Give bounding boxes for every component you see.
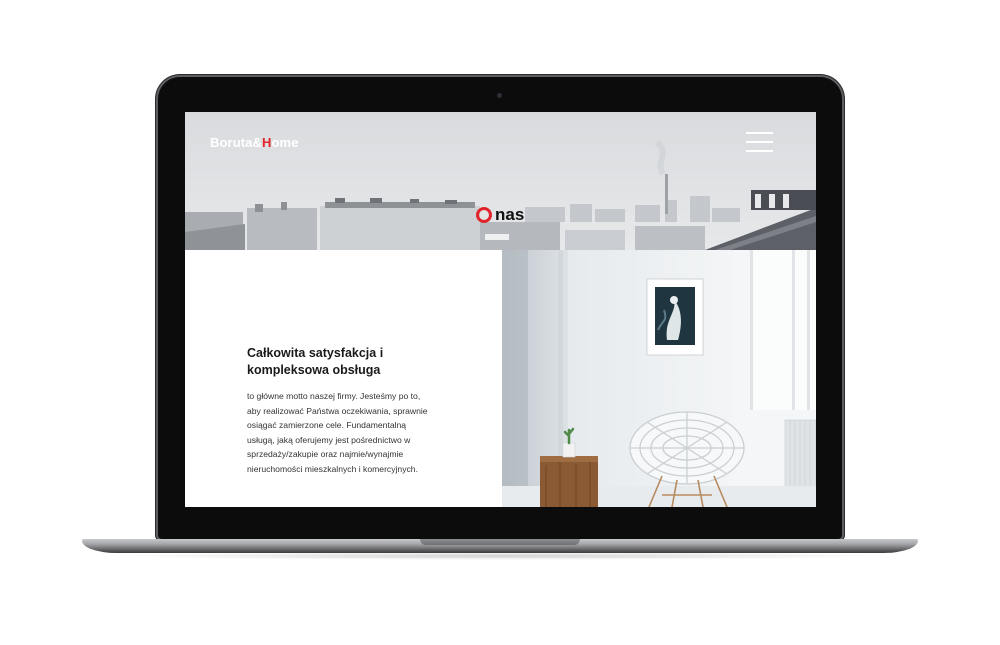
logo-accent-letter: H	[262, 135, 272, 150]
device-mockup-stage: Boruta&Home nas Całkowita satysfakcja i …	[0, 0, 1000, 645]
hero-banner: Boruta&Home nas	[185, 112, 816, 250]
logo-ampersand: &	[252, 135, 262, 150]
camera-icon	[497, 93, 502, 98]
brand-logo[interactable]: Boruta&Home	[210, 135, 299, 150]
page-title-text: nas	[495, 205, 525, 224]
interior-illustration	[502, 250, 816, 507]
logo-text-part2: ome	[271, 135, 299, 150]
body-line: usługą, jaką oferujemy jest pośrednictwo…	[247, 434, 411, 445]
body-line: to główne motto naszej firmy. Jesteśmy p…	[247, 391, 421, 401]
body-line: aby realizować Państwa oczekiwania, spra…	[247, 405, 428, 416]
page-title: nas	[476, 203, 524, 227]
body-line: osiągać zamierzone cele. Fundamentalną	[247, 420, 407, 430]
device-shadow	[110, 552, 890, 560]
laptop-notch	[420, 539, 580, 545]
body-line: sprzedaży/zakupie oraz najmie/wynajmie	[247, 449, 404, 459]
website-screen: Boruta&Home nas Całkowita satysfakcja i …	[185, 112, 816, 507]
about-text-section: Całkowita satysfakcja i kompleksowa obsł…	[185, 250, 502, 507]
ring-o-icon	[476, 207, 492, 223]
hamburger-icon[interactable]	[746, 132, 773, 152]
body-line: nieruchomości mieszkalnych i komercyjnyc…	[247, 463, 418, 474]
section-heading: Całkowita satysfakcja i kompleksowa obsł…	[247, 345, 447, 379]
interior-photo	[502, 250, 816, 507]
rooftops-illustration	[185, 112, 816, 250]
section-body: to główne motto naszej firmy. Jesteśmy p…	[247, 389, 443, 476]
heading-line: kompleksowa obsługa	[247, 363, 381, 377]
heading-line: Całkowita satysfakcja i	[247, 346, 384, 360]
laptop-base	[82, 539, 918, 553]
logo-text-part1: Boruta	[210, 135, 253, 150]
